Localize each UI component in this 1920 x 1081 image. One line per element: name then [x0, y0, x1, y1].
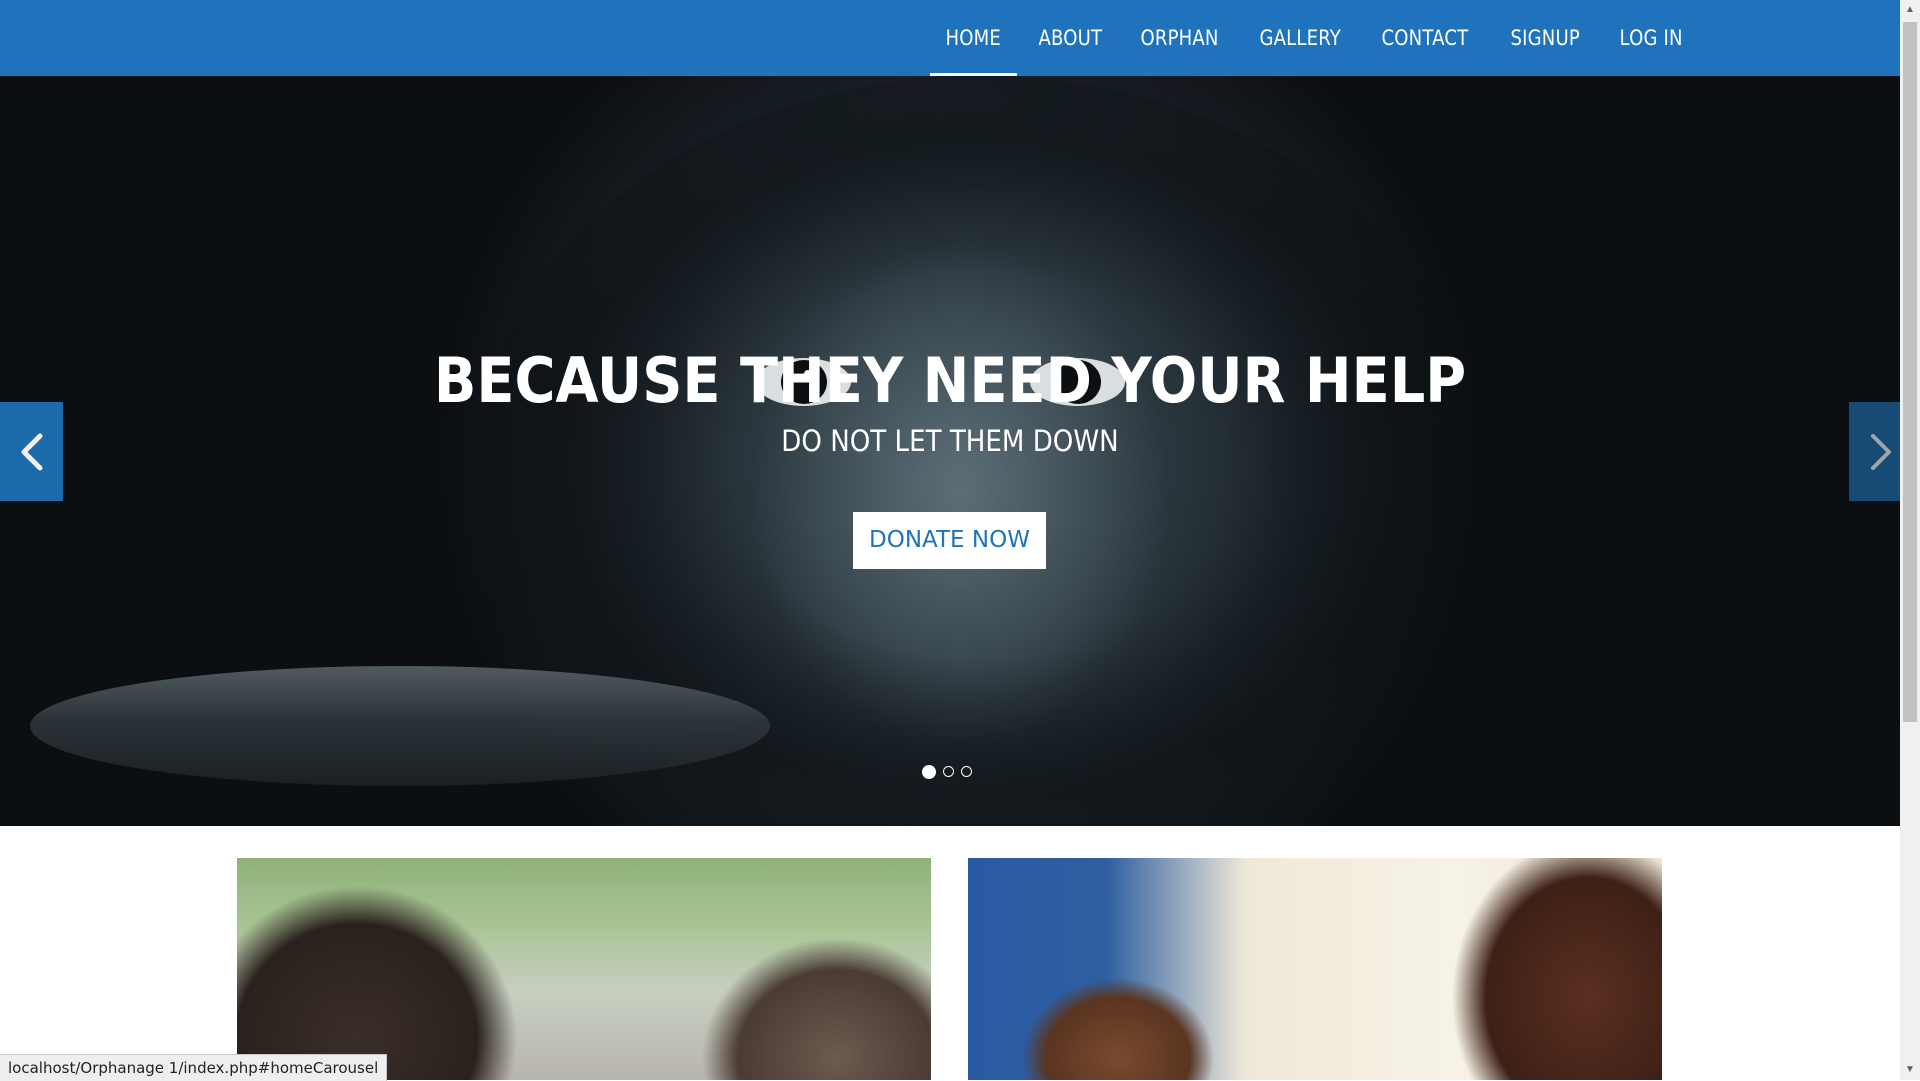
scroll-up-arrow-icon[interactable]: ▲ — [1900, 0, 1920, 20]
hero-subtitle: DO NOT LET THEM DOWN — [781, 424, 1119, 458]
feature-image-children — [237, 858, 931, 1080]
carousel-prev-button[interactable] — [0, 402, 63, 501]
top-navbar: HOME ABOUT ORPHAN GALLERY CONTACT SIGNUP… — [0, 0, 1900, 76]
scroll-down-arrow-icon[interactable]: ▼ — [1900, 1060, 1920, 1080]
nav-item-gallery[interactable]: GALLERY — [1244, 0, 1356, 76]
scroll-thumb[interactable] — [1903, 22, 1917, 722]
hero-title: BECAUSE THEY NEED YOUR HELP — [433, 344, 1467, 417]
nav-menu: HOME ABOUT ORPHAN GALLERY CONTACT SIGNUP… — [930, 0, 1706, 76]
donate-now-button[interactable]: DONATE NOW — [853, 512, 1046, 569]
carousel-indicator-3[interactable] — [961, 766, 972, 777]
nav-item-login[interactable]: LOG IN — [1604, 0, 1698, 76]
nav-item-contact[interactable]: CONTACT — [1366, 0, 1484, 76]
carousel-indicators — [922, 765, 972, 779]
nav-item-about[interactable]: ABOUT — [1023, 0, 1118, 76]
hero-image-bowl — [30, 666, 770, 786]
page-scrollbar[interactable]: ▲ ▼ — [1900, 0, 1920, 1080]
carousel-indicator-2[interactable] — [943, 766, 954, 777]
feature-image-kids — [968, 858, 1662, 1080]
nav-item-orphan[interactable]: ORPHAN — [1125, 0, 1234, 76]
browser-status-bar: localhost/Orphanage 1/index.php#homeCaro… — [0, 1054, 388, 1081]
nav-item-home[interactable]: HOME — [930, 0, 1017, 76]
carousel-next-button[interactable] — [1849, 402, 1900, 501]
chevron-right-icon — [1870, 433, 1891, 470]
home-carousel: BECAUSE THEY NEED YOUR HELP DO NOT LET T… — [0, 76, 1900, 826]
chevron-left-icon — [21, 433, 42, 470]
carousel-indicator-1[interactable] — [922, 765, 936, 779]
nav-item-signup[interactable]: SIGNUP — [1495, 0, 1595, 76]
